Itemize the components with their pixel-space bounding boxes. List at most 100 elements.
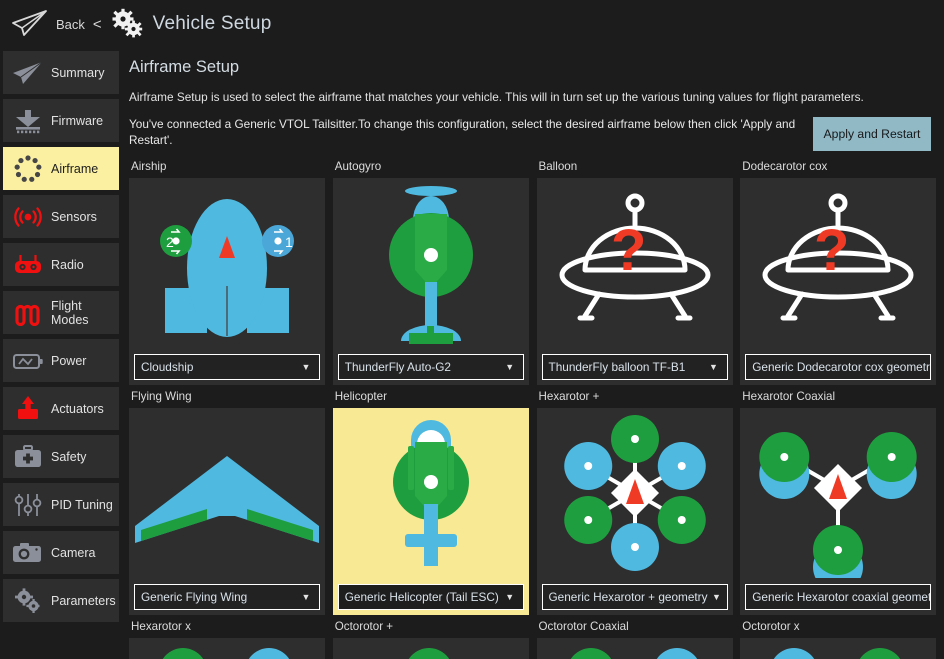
- unknown-ufo-icon: ?: [537, 178, 733, 348]
- section-title: Airframe Setup: [129, 58, 932, 77]
- airship-icon: 2 1: [129, 178, 325, 348]
- page-title: Vehicle Setup: [153, 13, 272, 35]
- sidebar: Summary Firmware Airframe Sensors Radio Fligh…: [0, 48, 122, 659]
- sidebar-item-actuators[interactable]: Actuators: [3, 387, 119, 430]
- chevron-down-icon[interactable]: ▼: [297, 354, 315, 380]
- airframe-select[interactable]: Generic Hexarotor + geometry▼: [542, 584, 728, 610]
- airframe-card[interactable]: ? Generic Dodecarotor cox geometry▼: [740, 178, 936, 385]
- airframe-category-title: Dodecarotor cox: [740, 155, 943, 178]
- sidebar-item-power[interactable]: Power: [3, 339, 119, 382]
- airframe-category-title: Hexarotor +: [537, 385, 740, 408]
- sidebar-item-label: Sensors: [51, 210, 97, 224]
- helicopter-icon: [333, 408, 529, 578]
- paper-plane-icon: [10, 9, 50, 39]
- sidebar-item-parameters[interactable]: Parameters: [3, 579, 119, 622]
- sidebar-item-firmware[interactable]: Firmware: [3, 99, 119, 142]
- back-chevron-icon: <: [93, 16, 102, 33]
- airframe-select[interactable]: Generic Dodecarotor cox geometry▼: [745, 354, 931, 380]
- airframe-cell: Octorotor x: [740, 615, 943, 659]
- airframe-select-value: Cloudship: [141, 360, 297, 374]
- airframe-row: Flying Wing Generic Flying Wing▼Helicopt…: [129, 385, 944, 615]
- airframe-select[interactable]: Generic Hexarotor coaxial geometry▼: [745, 584, 931, 610]
- airframe-category-title: Octorotor Coaxial: [537, 615, 740, 638]
- airframe-card[interactable]: ? ThunderFly balloon TF-B1▼: [537, 178, 733, 385]
- airframe-card[interactable]: Generic Hexarotor + geometry▼: [537, 408, 733, 615]
- sidebar-item-label: Actuators: [51, 402, 104, 416]
- first-aid-kit-icon: [7, 441, 49, 473]
- battery-icon: [7, 345, 49, 377]
- sidebar-item-label: Airframe: [51, 162, 98, 176]
- airframe-select-value: Generic Hexarotor coaxial geometry: [752, 590, 931, 604]
- airframe-select-value: Generic Dodecarotor cox geometry: [752, 360, 931, 374]
- sidebar-item-label: Power: [51, 354, 86, 368]
- airframe-category-title: Octorotor x: [740, 615, 943, 638]
- apply-and-restart-button[interactable]: Apply and Restart: [813, 117, 931, 151]
- airframe-card[interactable]: ThunderFly Auto-G2▼: [333, 178, 529, 385]
- sidebar-item-label: Flight Modes: [51, 299, 119, 327]
- sidebar-item-flight-modes[interactable]: Flight Modes: [3, 291, 119, 334]
- sidebar-item-pid-tuning[interactable]: PID Tuning: [3, 483, 119, 526]
- airframe-category-title: Hexarotor x: [129, 615, 332, 638]
- airframe-select-value: Generic Helicopter (Tail ESC): [345, 590, 501, 604]
- airframe-card[interactable]: [333, 638, 529, 659]
- airframe-select[interactable]: ThunderFly Auto-G2▼: [338, 354, 524, 380]
- airframe-cell: Helicopter Generic Helicopter (Tail ESC)…: [333, 385, 536, 615]
- airframe-select[interactable]: Cloudship▼: [134, 354, 320, 380]
- main-panel: Airframe Setup Airframe Setup is used to…: [122, 48, 944, 659]
- airframe-select-value: Generic Flying Wing: [141, 590, 297, 604]
- sidebar-item-summary[interactable]: Summary: [3, 51, 119, 94]
- gears-icon: [110, 8, 144, 40]
- airframe-cell: Autogyro ThunderFly Auto-G2▼: [333, 155, 536, 385]
- sidebar-item-airframe[interactable]: Airframe: [3, 147, 119, 190]
- main-header: Airframe Setup Airframe Setup is used to…: [122, 48, 944, 151]
- airframe-cell: Flying Wing Generic Flying Wing▼: [129, 385, 332, 615]
- flying-wing-icon: [129, 408, 325, 578]
- svg-text:?: ?: [611, 218, 646, 283]
- sidebar-item-sensors[interactable]: Sensors: [3, 195, 119, 238]
- airframe-select-value: ThunderFly Auto-G2: [345, 360, 501, 374]
- sidebar-item-radio[interactable]: Radio: [3, 243, 119, 286]
- chevron-down-icon[interactable]: ▼: [501, 354, 519, 380]
- sidebar-item-label: Parameters: [51, 594, 116, 608]
- paper-plane-icon: [7, 57, 49, 89]
- airframe-category-title: Balloon: [537, 155, 740, 178]
- gears-icon: [7, 585, 49, 617]
- airframe-select[interactable]: ThunderFly balloon TF-B1▼: [542, 354, 728, 380]
- airframe-category-title: Helicopter: [333, 385, 536, 408]
- sensor-waves-icon: [7, 201, 49, 233]
- chevron-down-icon[interactable]: ▼: [297, 584, 315, 610]
- airframe-card[interactable]: Generic Helicopter (Tail ESC)▼: [333, 408, 529, 615]
- airframe-select[interactable]: Generic Helicopter (Tail ESC)▼: [338, 584, 524, 610]
- airframe-select[interactable]: Generic Flying Wing▼: [134, 584, 320, 610]
- airframe-category-title: Flying Wing: [129, 385, 332, 408]
- unknown-ufo-icon: ?: [740, 178, 936, 348]
- airframe-cell: Dodecarotor cox ? Generic Dodecarotor co…: [740, 155, 943, 385]
- airframe-card[interactable]: Generic Hexarotor coaxial geometry▼: [740, 408, 936, 615]
- camera-icon: [7, 537, 49, 569]
- chevron-down-icon[interactable]: ▼: [708, 584, 726, 610]
- sidebar-item-label: PID Tuning: [51, 498, 113, 512]
- sidebar-item-label: Firmware: [51, 114, 103, 128]
- hexarotor-coaxial-icon: [740, 408, 936, 578]
- airframe-category-title: Hexarotor Coaxial: [740, 385, 943, 408]
- sidebar-item-camera[interactable]: Camera: [3, 531, 119, 574]
- airframe-card[interactable]: [537, 638, 733, 659]
- airframe-dots-icon: [7, 153, 49, 185]
- airframe-row: Airship 2 1 Cloudship▼Autogyro: [129, 155, 944, 385]
- chevron-down-icon[interactable]: ▼: [705, 354, 723, 380]
- airframe-cell: Hexarotor x: [129, 615, 332, 659]
- connected-vehicle-notice: You've connected a Generic VTOL Tailsitt…: [129, 116, 799, 148]
- airframe-card[interactable]: 2 1 Cloudship▼: [129, 178, 325, 385]
- radio-controller-icon: [7, 249, 49, 281]
- airframe-cell: Octorotor +: [333, 615, 536, 659]
- airframe-card[interactable]: Generic Flying Wing▼: [129, 408, 325, 615]
- airframe-card[interactable]: [129, 638, 325, 659]
- airframe-card[interactable]: [740, 638, 936, 659]
- chevron-down-icon[interactable]: ▼: [501, 584, 519, 610]
- airframe-cell: Octorotor Coaxial: [537, 615, 740, 659]
- sidebar-item-label: Safety: [51, 450, 86, 464]
- back-button[interactable]: Back <: [10, 9, 102, 39]
- vehicle-setup-window: Back <: [0, 0, 944, 659]
- sidebar-item-safety[interactable]: Safety: [3, 435, 119, 478]
- back-label: Back: [56, 17, 85, 32]
